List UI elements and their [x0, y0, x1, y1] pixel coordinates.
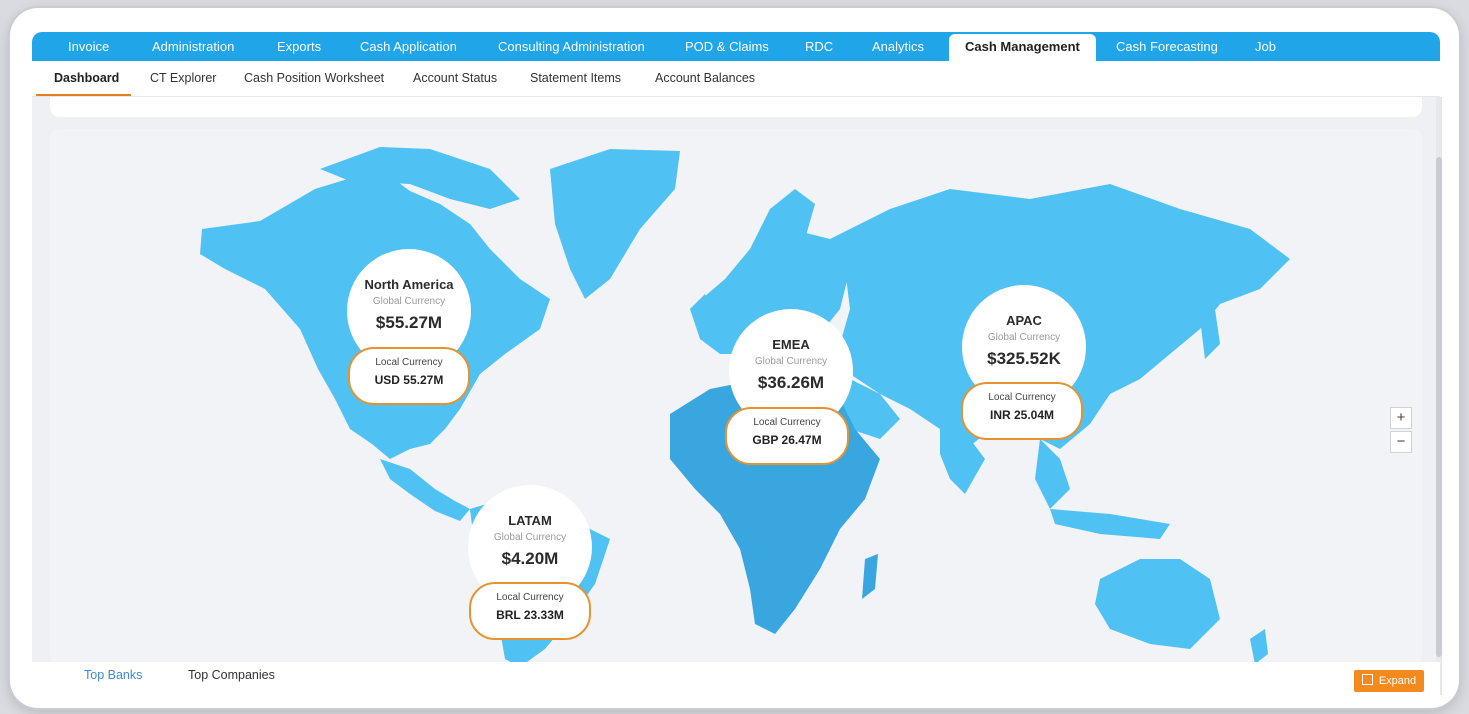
greenland [550, 149, 680, 299]
tab-cash-management[interactable]: Cash Management [949, 34, 1096, 61]
tab-rdc[interactable]: RDC [805, 32, 833, 61]
tab-pod-claims[interactable]: POD & Claims [685, 32, 769, 61]
local-currency-value: BRL 23.33M [496, 608, 564, 622]
tab-consulting-administration[interactable]: Consulting Administration [498, 32, 645, 61]
region-name: EMEA [772, 337, 810, 352]
local-currency-label: Local Currency [375, 357, 443, 368]
region-name: North America [364, 277, 454, 292]
world-map-panel: North America Global Currency $55.27M Lo… [50, 129, 1422, 667]
scrollbar-thumb[interactable] [1436, 157, 1442, 657]
expand-button[interactable]: Expand [1354, 670, 1424, 692]
local-currency-label: Local Currency [496, 592, 564, 603]
global-currency-label: Global Currency [987, 332, 1061, 343]
subtab-statement-items[interactable]: Statement Items [530, 61, 621, 96]
tab-analytics[interactable]: Analytics [872, 32, 924, 61]
subtab-account-balances[interactable]: Account Balances [655, 61, 755, 96]
central-america [380, 459, 470, 521]
local-currency-label: Local Currency [753, 417, 821, 428]
tab-administration[interactable]: Administration [152, 32, 234, 61]
bottom-panel: Top Banks Top Companies Expand [32, 662, 1440, 695]
zoom-out-button[interactable]: − [1390, 431, 1412, 453]
global-currency-value: $36.26M [757, 373, 825, 392]
dashboard-content: North America Global Currency $55.27M Lo… [32, 97, 1440, 695]
sub-navigation: Dashboard CT Explorer Cash Position Work… [32, 61, 1440, 97]
tab-exports[interactable]: Exports [277, 32, 321, 61]
active-tab-underline [36, 94, 131, 96]
top-navigation: Invoice Administration Exports Cash Appl… [32, 32, 1440, 61]
australia [1095, 559, 1220, 649]
tab-top-banks[interactable]: Top Banks [84, 662, 142, 695]
north-america-local-pill[interactable]: Local Currency USD 55.27M [348, 347, 470, 405]
vertical-scrollbar[interactable] [1436, 97, 1442, 695]
global-currency-label: Global Currency [754, 356, 828, 367]
summary-card [50, 97, 1422, 117]
southeast-asia [1035, 439, 1070, 509]
tab-cash-forecasting[interactable]: Cash Forecasting [1116, 32, 1218, 61]
global-currency-value: $55.27M [375, 313, 443, 332]
tab-invoice[interactable]: Invoice [68, 32, 109, 61]
zoom-in-button[interactable]: + [1390, 407, 1412, 429]
subtab-cash-position-worksheet[interactable]: Cash Position Worksheet [244, 61, 384, 96]
indonesia [1050, 509, 1170, 539]
subtab-dashboard[interactable]: Dashboard [54, 61, 119, 96]
latam-local-pill[interactable]: Local Currency BRL 23.33M [469, 582, 591, 640]
tab-job[interactable]: Job [1255, 32, 1276, 61]
region-name: LATAM [508, 513, 552, 528]
global-currency-value: $4.20M [501, 549, 559, 568]
expand-icon [1361, 674, 1373, 685]
app-window: Invoice Administration Exports Cash Appl… [10, 8, 1459, 708]
apac-local-pill[interactable]: Local Currency INR 25.04M [961, 382, 1083, 440]
local-currency-value: INR 25.04M [989, 408, 1055, 422]
tab-cash-application[interactable]: Cash Application [360, 32, 457, 61]
new-zealand [1250, 629, 1268, 664]
local-currency-label: Local Currency [988, 392, 1056, 403]
madagascar [862, 554, 878, 599]
emea-local-pill[interactable]: Local Currency GBP 26.47M [725, 407, 849, 465]
global-currency-label: Global Currency [372, 296, 446, 307]
tab-top-companies[interactable]: Top Companies [188, 662, 275, 695]
local-currency-value: GBP 26.47M [752, 433, 822, 447]
local-currency-value: USD 55.27M [374, 373, 444, 387]
subtab-account-status[interactable]: Account Status [413, 61, 497, 96]
global-currency-value: $325.52K [987, 349, 1061, 368]
global-currency-label: Global Currency [493, 532, 567, 543]
expand-label: Expand [1378, 675, 1417, 687]
region-name: APAC [1006, 313, 1042, 328]
subtab-ct-explorer[interactable]: CT Explorer [150, 61, 216, 96]
